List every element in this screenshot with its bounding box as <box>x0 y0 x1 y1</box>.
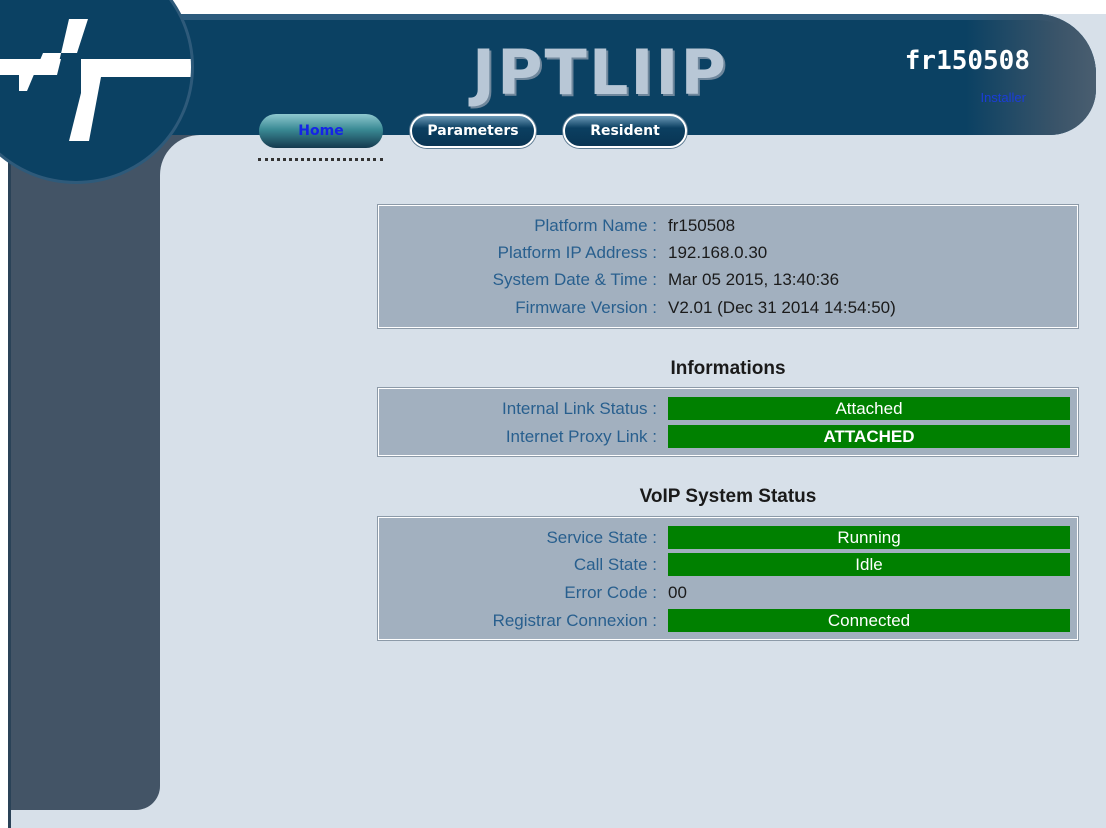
voip-status-title: VoIP System Status <box>378 486 1078 508</box>
logo-waveform-icon <box>0 19 191 141</box>
status-badge: Connected <box>668 609 1070 632</box>
status-label: Internet Proxy Link : <box>505 427 657 446</box>
sidebar <box>11 110 160 810</box>
app-title: JPTLIIP <box>472 36 728 109</box>
info-value: fr150508 <box>668 216 736 235</box>
status-label: Internal Link Status : <box>502 399 657 418</box>
voip-status-title-text: VoIP System Status <box>639 486 817 507</box>
status-badge: ATTACHED <box>668 425 1070 448</box>
informations-title-text: Informations <box>670 358 786 379</box>
status-badge: Running <box>668 526 1070 549</box>
voip-status-panel: Service State : Running Call State : Idl… <box>378 517 1078 640</box>
status-badge: Idle <box>668 553 1070 576</box>
status-row-internal-link: Internal Link Status : Attached <box>379 395 1077 423</box>
nav-parameters-button[interactable]: Parameters <box>410 114 536 148</box>
platform-name-heading: fr150508 <box>904 46 1030 76</box>
status-label: Error Code : <box>564 583 657 602</box>
nav-resident-button[interactable]: Resident <box>563 114 687 148</box>
informations-title: Informations <box>378 358 1078 380</box>
status-row-internet-proxy: Internet Proxy Link : ATTACHED <box>379 423 1077 451</box>
status-label: Service State : <box>546 528 657 547</box>
status-badge: Attached <box>668 397 1070 420</box>
info-value: 192.168.0.30 <box>668 243 768 262</box>
info-value: V2.01 (Dec 31 2014 14:54:50) <box>668 298 896 317</box>
logo <box>0 0 194 184</box>
voip-row-error-code: Error Code : 00 <box>379 579 1077 607</box>
status-label: Registrar Connexion : <box>492 611 657 630</box>
info-row-ip-address: Platform IP Address : 192.168.0.30 <box>379 239 1077 267</box>
platform-info-panel: Platform Name : fr150508 Platform IP Add… <box>378 205 1078 328</box>
status-label: Call State : <box>573 555 657 574</box>
installer-link[interactable]: Installer <box>980 90 1026 105</box>
informations-panel: Internal Link Status : Attached Internet… <box>378 388 1078 456</box>
info-row-platform-name: Platform Name : fr150508 <box>379 212 1077 240</box>
info-label: System Date & Time : <box>492 270 657 289</box>
info-label: Platform Name : <box>534 216 657 235</box>
nav-home-active-indicator <box>258 158 383 161</box>
info-row-date-time: System Date & Time : Mar 05 2015, 13:40:… <box>379 266 1077 294</box>
info-value: Mar 05 2015, 13:40:36 <box>668 270 840 289</box>
info-label: Platform IP Address : <box>497 243 657 262</box>
nav-home-button[interactable]: Home <box>259 114 383 148</box>
voip-row-service-state: Service State : Running <box>379 524 1077 552</box>
status-value: 00 <box>668 583 687 602</box>
info-label: Firmware Version : <box>515 298 657 317</box>
voip-row-registrar-connexion: Registrar Connexion : Connected <box>379 607 1077 635</box>
voip-row-call-state: Call State : Idle <box>379 551 1077 579</box>
info-row-firmware: Firmware Version : V2.01 (Dec 31 2014 14… <box>379 294 1077 322</box>
